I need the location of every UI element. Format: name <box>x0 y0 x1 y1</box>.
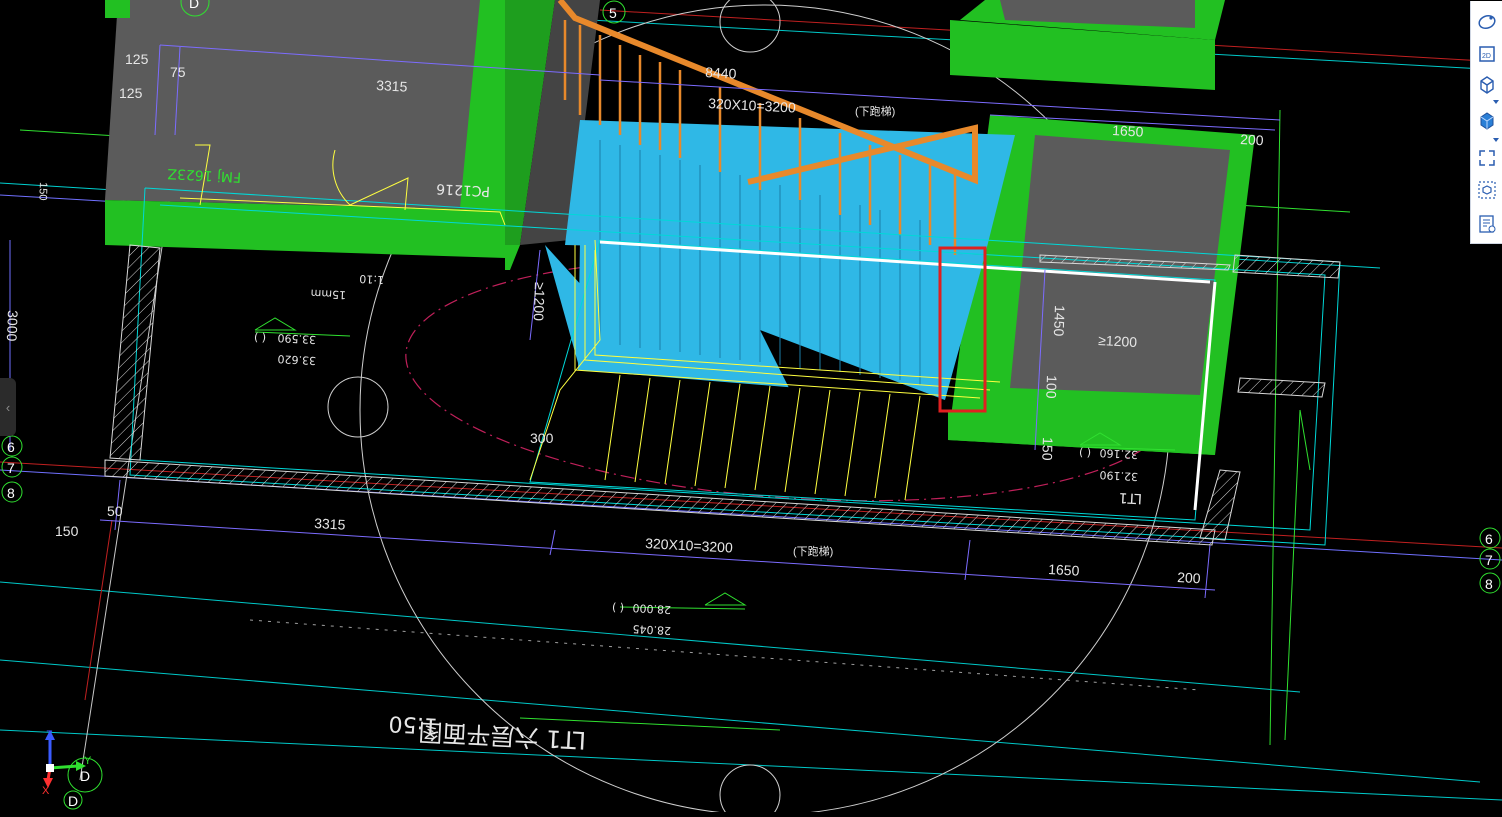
fullscreen-button[interactable] <box>1476 147 1498 169</box>
note-15mm: 15mm <box>310 287 346 302</box>
dim-1200-right: ≥1200 <box>1098 332 1138 350</box>
ucs-y-label: Y <box>84 755 92 767</box>
view-2d-button[interactable]: 2D <box>1476 43 1498 65</box>
solid-box-icon <box>1480 112 1494 130</box>
properties-button[interactable] <box>1476 213 1498 235</box>
dim-200-bottom: 200 <box>1177 569 1201 586</box>
dim-1650-bottom: 1650 <box>1048 561 1080 579</box>
fullscreen-icon <box>1479 150 1495 166</box>
chevron-left-icon: ‹ <box>5 399 11 415</box>
view-2d-icon: 2D <box>1479 46 1495 62</box>
cube-view-button[interactable] <box>1476 179 1498 201</box>
orbit-button[interactable] <box>1476 11 1498 33</box>
dim-3315-top: 3315 <box>376 77 408 95</box>
dim-300: 300 <box>530 430 554 446</box>
dim-150-left: 150 <box>36 182 49 201</box>
window-label: PC1216 <box>436 180 491 199</box>
dim-1200-mid: ≥1200 <box>531 282 548 322</box>
view-toolbar: 2D <box>1470 1 1502 244</box>
dropdown-arrow-icon[interactable] <box>1493 100 1499 104</box>
dim-3000: 3000 <box>4 310 21 342</box>
axis-5: 5 <box>609 5 617 21</box>
drawing-title: LT1 六层平面图 <box>418 717 587 754</box>
cube-view-icon <box>1478 181 1496 199</box>
grid-circle-left <box>327 376 389 438</box>
dim-100: 100 <box>1043 375 1060 399</box>
orbit-icon <box>1478 14 1496 30</box>
dim-stair-bottom: 320X10=3200 <box>645 535 734 556</box>
dim-1450: 1450 <box>1051 305 1068 337</box>
cad-drawing-canvas[interactable]: 125 75 125 3315 8440 320X10=3200 (下跑梯) 1… <box>0 0 1502 812</box>
solid-view-button[interactable] <box>1476 109 1498 131</box>
elevation-2-note: ( ) <box>1079 446 1092 460</box>
elevation-2b: 32.190 <box>1099 468 1138 483</box>
elevation-3a: 28.000 <box>632 601 671 616</box>
dropdown-arrow-icon[interactable] <box>1493 138 1499 142</box>
drawing-scale: 1:50 <box>388 710 439 738</box>
view-3d-button[interactable] <box>1476 73 1498 95</box>
axis-7-left: 7 <box>7 460 15 476</box>
ucs-x-label: X <box>42 785 50 797</box>
elevation-1a: 33.590 <box>277 331 316 346</box>
view-3d-box-icon <box>1480 76 1494 94</box>
dim-150-right: 150 <box>1039 437 1056 461</box>
dim-1650-top: 1650 <box>1112 122 1144 140</box>
stair-note-top: (下跑梯) <box>855 104 895 118</box>
stair-note-bottom: (下跑梯) <box>793 544 833 558</box>
grid-circle-bottom <box>719 764 781 812</box>
svg-text:2D: 2D <box>1482 53 1491 60</box>
stair-flight <box>545 120 1015 400</box>
axis-8-left: 8 <box>7 485 15 501</box>
elevation-1b: 33.620 <box>277 352 316 367</box>
elevation-2a: 32.160 <box>1099 446 1138 461</box>
axis-8-right: 8 <box>1485 576 1493 592</box>
elevation-1-note: ( ) <box>254 331 267 345</box>
grid-circle-top <box>719 0 781 53</box>
axis-d-top: D <box>189 0 199 11</box>
upper-right-wall-block <box>950 0 1225 90</box>
ucs-z-label: Z <box>46 729 53 741</box>
dim-75: 75 <box>170 64 186 80</box>
cad-viewport[interactable]: 125 75 125 3315 8440 320X10=3200 (下跑梯) 1… <box>0 0 1502 812</box>
note-1-10: 1:10 <box>359 272 384 286</box>
dim-125-b: 125 <box>119 85 143 101</box>
upper-left-wall-block <box>105 0 600 270</box>
properties-list-icon <box>1479 215 1496 233</box>
stair-id: LT1 <box>1118 489 1142 506</box>
axis-6-right: 6 <box>1485 531 1493 547</box>
elevation-3-note: ( ) <box>612 601 625 615</box>
dim-200-top: 200 <box>1240 131 1264 148</box>
panel-collapse-tab[interactable]: ‹ <box>0 378 16 436</box>
axis-7-right: 7 <box>1485 552 1493 568</box>
dim-8440: 8440 <box>705 64 737 82</box>
axis-6-left: 6 <box>7 439 15 455</box>
dim-150-bottom: 150 <box>55 523 79 539</box>
dim-3315-bottom: 3315 <box>314 515 346 533</box>
dim-50: 50 <box>107 503 123 519</box>
elevation-3b: 28.045 <box>632 622 671 637</box>
dim-125-a: 125 <box>125 51 149 67</box>
ucs-axis-indicator: Z Y X <box>38 728 110 812</box>
